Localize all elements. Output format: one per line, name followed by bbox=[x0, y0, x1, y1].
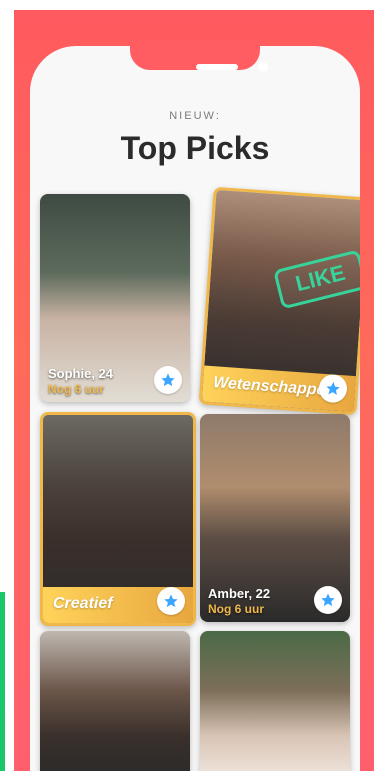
profile-status: Nog 6 uur bbox=[48, 382, 104, 396]
super-like-button[interactable] bbox=[314, 586, 342, 614]
star-icon bbox=[321, 593, 335, 607]
green-edge-accent bbox=[0, 592, 5, 771]
top-pick-card-creatief[interactable]: Creatief bbox=[40, 412, 196, 626]
star-icon bbox=[326, 381, 340, 395]
profile-name-age: Amber, 22 bbox=[208, 586, 271, 601]
header-eyebrow: NIEUW: bbox=[169, 110, 221, 122]
speaker-icon bbox=[196, 64, 238, 70]
phone-notch-area bbox=[30, 10, 360, 80]
profile-photo bbox=[40, 631, 190, 771]
super-like-button[interactable] bbox=[157, 587, 185, 615]
phone-screen: NIEUW: Top Picks Sophie, 24 Nog 6 uur LI… bbox=[30, 46, 360, 771]
page-title: Top Picks bbox=[120, 130, 270, 166]
top-pick-card-6[interactable] bbox=[200, 631, 350, 771]
top-pick-card-sophie[interactable]: Sophie, 24 Nog 6 uur bbox=[40, 194, 190, 402]
banner-label: Creatief bbox=[53, 595, 113, 612]
top-pick-card-amber[interactable]: Amber, 22 Nog 6 uur bbox=[200, 414, 350, 622]
profile-name-age: Sophie, 24 bbox=[48, 366, 114, 381]
super-like-button[interactable] bbox=[154, 366, 182, 394]
profile-photo bbox=[200, 631, 350, 771]
top-pick-card-wetenschapper[interactable]: LIKE Wetenschapper bbox=[198, 186, 360, 416]
star-icon bbox=[164, 594, 178, 608]
camera-icon bbox=[258, 62, 268, 72]
star-icon bbox=[161, 373, 175, 387]
phone-notch bbox=[130, 40, 260, 70]
top-pick-card-5[interactable] bbox=[40, 631, 190, 771]
profile-status: Nog 6 uur bbox=[208, 602, 264, 616]
